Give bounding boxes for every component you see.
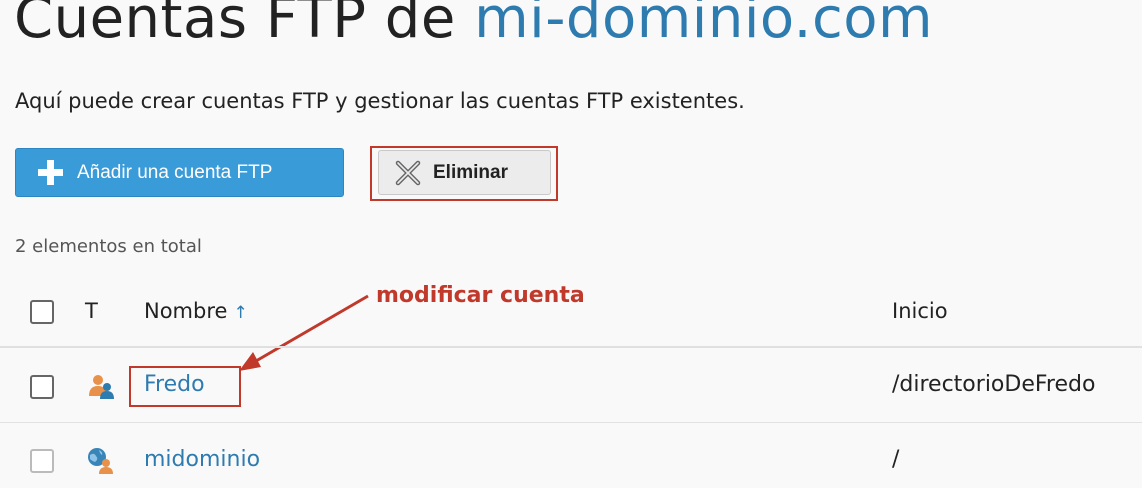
page-title: Cuentas FTP de mi-dominio.com [14, 0, 933, 51]
total-count: 2 elementos en total [15, 236, 202, 257]
page-title-domain[interactable]: mi-dominio.com [474, 0, 933, 51]
add-ftp-account-label: Añadir una cuenta FTP [77, 161, 273, 183]
account-home-directory: / [892, 447, 900, 472]
account-name-link[interactable]: midominio [144, 447, 260, 472]
select-all-checkbox[interactable] [30, 300, 54, 324]
column-header-name-label: Nombre [144, 299, 228, 323]
account-home-directory: /directorioDeFredo [892, 372, 1096, 397]
row-checkbox[interactable] [30, 375, 54, 399]
account-name-link[interactable]: Fredo [144, 372, 205, 397]
column-header-name[interactable]: Nombre ↑ [144, 299, 248, 323]
close-icon [395, 160, 421, 185]
sort-ascending-icon: ↑ [233, 303, 248, 323]
page-description: Aquí puede crear cuentas FTP y gestionar… [15, 89, 745, 113]
plus-icon [38, 160, 63, 185]
globe-user-icon [88, 448, 113, 474]
column-header-type[interactable]: T [85, 299, 98, 323]
header-divider [0, 346, 1142, 348]
delete-label: Eliminar [433, 161, 508, 183]
delete-button[interactable]: Eliminar [378, 150, 551, 195]
row-divider [0, 422, 1142, 423]
annotation-label: modificar cuenta [376, 283, 585, 308]
page-title-prefix: Cuentas FTP de [14, 0, 456, 51]
user-icon [89, 375, 114, 399]
add-ftp-account-button[interactable]: Añadir una cuenta FTP [15, 148, 344, 197]
column-header-home[interactable]: Inicio [892, 299, 948, 323]
row-checkbox[interactable] [30, 449, 54, 473]
